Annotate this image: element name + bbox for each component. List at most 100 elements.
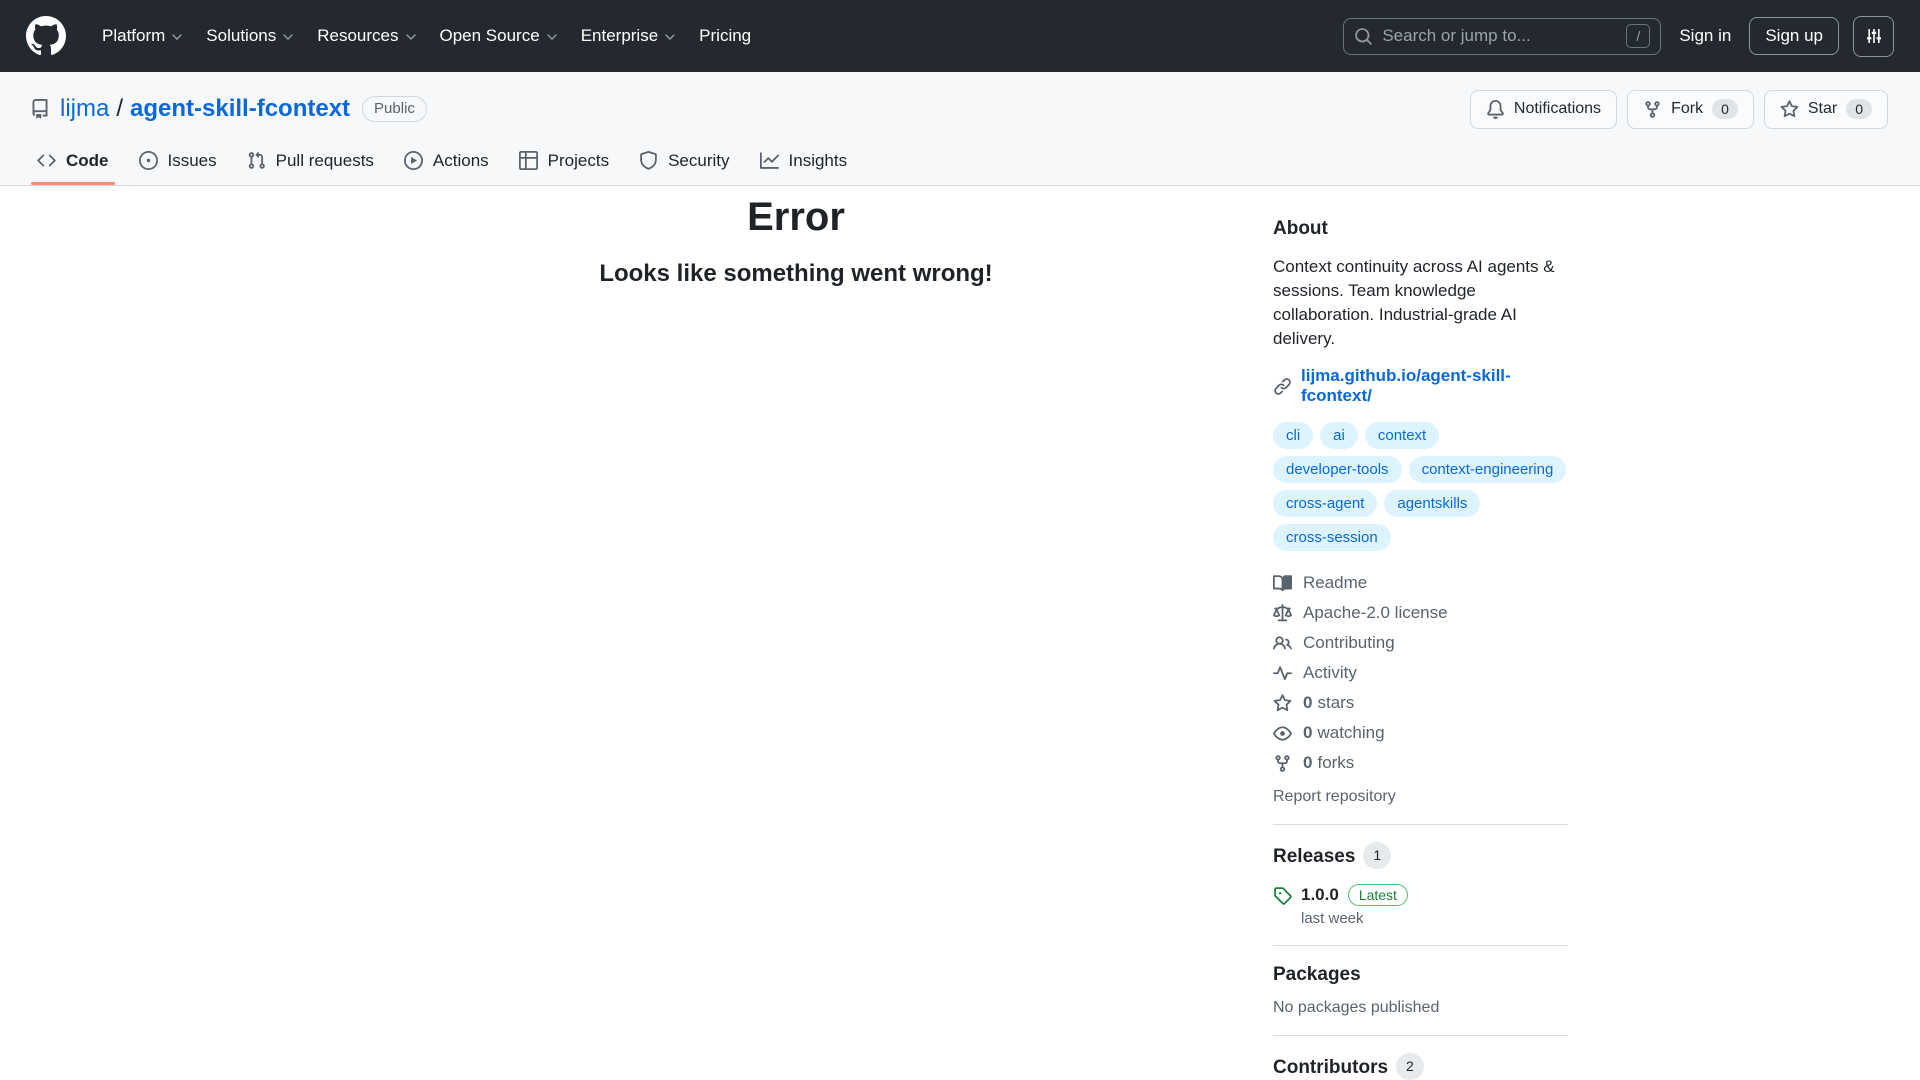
visibility-badge: Public [362,96,427,122]
sign-up-button[interactable]: Sign up [1749,17,1839,55]
nav-item-platform[interactable]: Platform [90,16,194,56]
law-icon [1273,604,1292,623]
top-header: Platform Solutions Resources Open Source… [0,0,1920,72]
shield-icon [639,151,658,170]
topic-pill[interactable]: cross-agent [1273,490,1377,517]
header-right: / Sign in Sign up [1343,16,1894,57]
repo-name-link[interactable]: agent-skill-fcontext [130,95,350,123]
release-version: 1.0.0 [1301,885,1339,905]
page-body: Error Looks like something went wrong! A… [0,186,1920,1080]
contributors-heading: Contributors2 [1273,1053,1568,1080]
sliders-menu-button[interactable] [1853,16,1894,57]
chevron-down-icon [665,34,675,40]
play-icon [404,151,423,170]
tab-projects[interactable]: Projects [504,136,624,185]
repo-actions: Notifications Fork 0 Star 0 [1470,90,1888,129]
github-logo-icon[interactable] [26,16,66,56]
topic-pill[interactable]: cross-session [1273,524,1391,551]
chevron-down-icon [283,34,293,40]
fork-icon [1643,100,1662,119]
people-icon [1273,634,1292,653]
about-heading: About [1273,217,1568,240]
graph-icon [760,151,779,170]
about-description: Context continuity across AI agents & se… [1273,255,1568,351]
star-count: 0 [1846,99,1872,119]
tab-insights[interactable]: Insights [745,136,863,185]
releases-heading: Releases1 [1273,842,1568,869]
divider [1273,824,1568,825]
divider [1273,1035,1568,1036]
about-sidebar: About Context continuity across AI agent… [1273,186,1568,1080]
pull-request-icon [247,151,266,170]
chevron-down-icon [172,34,182,40]
watching-count: 0 [1303,723,1312,743]
nav-item-enterprise[interactable]: Enterprise [569,16,687,56]
nav-item-resources[interactable]: Resources [305,16,427,56]
book-icon [1273,574,1292,593]
repo-owner-link[interactable]: lijma [60,95,109,123]
contributing-link[interactable]: Contributing [1273,628,1568,658]
repo-website-link[interactable]: lijma.github.io/agent-skill-fcontext/ [1301,366,1568,406]
releases-count-badge: 1 [1363,842,1391,869]
nav-item-open-source[interactable]: Open Source [428,16,569,56]
packages-empty-text: No packages published [1273,999,1568,1017]
nav-item-pricing[interactable]: Pricing [687,16,763,56]
activity-link[interactable]: Activity [1273,658,1568,688]
topic-pill[interactable]: agentskills [1384,490,1480,517]
repo-header: lijma / agent-skill-fcontext Public Noti… [0,72,1920,186]
tab-actions[interactable]: Actions [389,136,504,185]
topic-pill[interactable]: cli [1273,422,1313,449]
topic-pill[interactable]: context [1365,422,1439,449]
topic-pill[interactable]: ai [1320,422,1358,449]
watching-link[interactable]: 0 watching [1273,718,1568,748]
topic-pill[interactable]: context-engineering [1409,456,1567,483]
chevron-down-icon [547,34,557,40]
readme-link[interactable]: Readme [1273,568,1568,598]
eye-icon [1273,724,1292,743]
topic-list: cli ai context developer-tools context-e… [1273,422,1568,551]
repo-meta-list: Readme Apache-2.0 license Contributing A… [1273,568,1568,778]
fork-button[interactable]: Fork 0 [1627,90,1754,129]
tab-security[interactable]: Security [624,136,744,185]
divider [1273,945,1568,946]
fork-count: 0 [1712,99,1738,119]
license-link[interactable]: Apache-2.0 license [1273,598,1568,628]
code-icon [37,151,56,170]
chevron-down-icon [406,34,416,40]
stars-link[interactable]: 0 stars [1273,688,1568,718]
search-box[interactable]: / [1343,18,1661,55]
contributors-count-badge: 2 [1396,1053,1424,1080]
bell-icon [1486,100,1505,119]
forks-count: 0 [1303,753,1312,773]
fork-icon [1273,754,1292,773]
search-icon [1354,27,1373,46]
search-input[interactable] [1382,26,1617,46]
forks-link[interactable]: 0 forks [1273,748,1568,778]
repo-icon [30,99,50,119]
tab-pull-requests[interactable]: Pull requests [232,136,389,185]
sliders-icon [1864,26,1884,46]
star-icon [1780,100,1799,119]
issue-opened-icon [139,151,158,170]
link-icon [1273,377,1292,396]
pulse-icon [1273,664,1292,683]
latest-badge: Latest [1348,884,1408,906]
topic-pill[interactable]: developer-tools [1273,456,1402,483]
report-repository-link[interactable]: Report repository [1273,788,1568,806]
tag-icon [1273,886,1292,905]
breadcrumb: lijma / agent-skill-fcontext Public Noti… [0,88,1920,130]
star-icon [1273,694,1292,713]
main-nav: Platform Solutions Resources Open Source… [90,16,763,56]
breadcrumb-separator: / [109,95,130,123]
sign-in-link[interactable]: Sign in [1675,20,1735,52]
star-button[interactable]: Star 0 [1764,90,1888,129]
nav-item-solutions[interactable]: Solutions [194,16,305,56]
release-item[interactable]: 1.0.0 Latest [1273,884,1568,906]
tab-issues[interactable]: Issues [124,136,232,185]
notifications-button[interactable]: Notifications [1470,90,1617,129]
tab-code[interactable]: Code [22,136,124,185]
stars-count: 0 [1303,693,1312,713]
slash-shortcut-key: / [1626,24,1650,48]
repo-tab-bar: Code Issues Pull requests Actions Projec… [0,130,1920,185]
table-icon [519,151,538,170]
